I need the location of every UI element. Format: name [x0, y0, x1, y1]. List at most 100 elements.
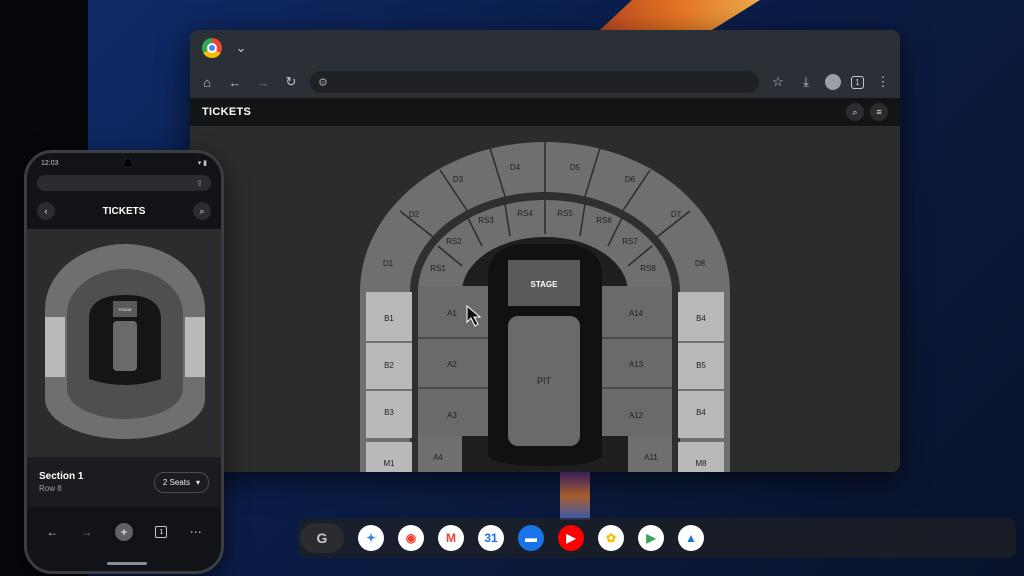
selection-info: Section 1 Row 8 [39, 471, 83, 493]
section-a1[interactable]: A1 [447, 309, 457, 318]
toolbar-right: ☆ ⤓ 1 ⋮ [769, 73, 892, 91]
more-icon[interactable]: ⋮ [874, 73, 892, 91]
phone-site-header: ‹ TICKETS ⌕ [27, 193, 221, 229]
section-d2[interactable]: D2 [409, 210, 420, 219]
calendar-app-icon[interactable]: 31 [478, 525, 504, 551]
section-rs1[interactable]: RS1 [430, 264, 446, 273]
address-bar[interactable]: ⚙ [310, 71, 759, 93]
section-b1[interactable]: B1 [384, 314, 394, 323]
app-shelf: G ✦ ◉ M 31 ▬ ▶ ✿ ▶ ▲ [300, 521, 704, 555]
section-m1[interactable]: M1 [383, 459, 395, 468]
tab-count-icon[interactable]: 1 [155, 526, 168, 538]
section-rs8[interactable]: RS8 [640, 264, 656, 273]
chrome-app-icon[interactable]: ◉ [398, 525, 424, 551]
section-a2[interactable]: A2 [447, 360, 457, 369]
home-indicator [107, 562, 147, 565]
section-rs2[interactable]: RS2 [446, 237, 462, 246]
phone-selection-bar: Section 1 Row 8 2 Seats ▾ [27, 457, 221, 507]
phone-title: TICKETS [102, 205, 146, 217]
phone-address-bar[interactable]: ⇪ [37, 175, 211, 191]
section-d1[interactable]: D1 [383, 259, 394, 268]
camera-punch-hole [123, 158, 134, 168]
site-title: TICKETS [202, 106, 252, 118]
phone-pit[interactable] [113, 321, 137, 371]
profile-icon[interactable] [825, 74, 841, 90]
seat-map: D1 D2 D3 D4 D5 D6 D7 D8 RS1 RS2 RS3 RS4 … [190, 126, 900, 472]
seat-map-svg: D1 D2 D3 D4 D5 D6 D7 D8 RS1 RS2 RS3 RS4 … [360, 142, 730, 472]
phone-seat-map: STAGE [27, 229, 221, 457]
files-app-icon[interactable]: ▬ [518, 525, 544, 551]
search-icon[interactable]: ⌕ [846, 103, 864, 121]
section-d6[interactable]: D6 [625, 175, 636, 184]
gemini-app-icon[interactable]: ✦ [358, 525, 384, 551]
section-b2[interactable]: B2 [384, 361, 394, 370]
drive-app-icon[interactable]: ▲ [678, 525, 704, 551]
chevron-down-icon: ▾ [195, 477, 200, 487]
section-a13[interactable]: A13 [629, 360, 644, 369]
stage-label: STAGE [531, 280, 559, 289]
new-tab-icon[interactable]: + [114, 523, 133, 541]
section-b4-lower[interactable]: B4 [696, 408, 706, 417]
search-icon[interactable]: ⌕ [193, 202, 211, 220]
tab-count-icon[interactable]: 1 [851, 75, 864, 89]
phone-b-left [45, 317, 65, 377]
phone-stage-label: STAGE [118, 307, 132, 312]
home-icon[interactable]: ⌂ [198, 73, 216, 91]
share-icon[interactable]: ⇪ [196, 179, 203, 188]
phone-time: 12:03 [41, 159, 59, 167]
pit-label: PIT [537, 376, 552, 386]
section-d3[interactable]: D3 [453, 175, 464, 184]
section-b4[interactable]: B4 [696, 314, 706, 323]
star-icon[interactable]: ☆ [769, 73, 787, 91]
section-rs4[interactable]: RS4 [517, 209, 533, 218]
play-store-app-icon[interactable]: ▶ [638, 525, 664, 551]
section-b3[interactable]: B3 [384, 408, 394, 417]
phone-device: 12:03 ▾ ▮ ⇪ ‹ TICKETS ⌕ STAGE Section 1 … [24, 150, 224, 574]
site-header: TICKETS ⌕ ≡ [190, 98, 900, 126]
phone-status-icons: ▾ ▮ [197, 160, 207, 167]
more-icon[interactable]: ⋯ [190, 525, 202, 539]
forward-icon[interactable]: → [81, 525, 93, 539]
browser-window: ⌄ ⌂ ← → ↻ ⚙ ☆ ⤓ 1 ⋮ TICKETS ⌕ ≡ D1 D2 D3… [190, 30, 900, 472]
section-name: Section 1 [39, 471, 84, 482]
forward-icon[interactable]: → [254, 73, 272, 91]
seats-label: 2 Seats [162, 477, 190, 487]
back-icon[interactable]: ← [226, 73, 244, 91]
photos-app-icon[interactable]: ✿ [598, 525, 624, 551]
launcher-button[interactable]: G [300, 523, 344, 553]
back-icon[interactable]: ‹ [37, 202, 55, 220]
section-m8[interactable]: M8 [695, 459, 707, 468]
menu-icon[interactable]: ≡ [870, 103, 888, 121]
section-a4[interactable]: A4 [433, 453, 443, 462]
section-d7[interactable]: D7 [671, 210, 682, 219]
section-rs5[interactable]: RS5 [557, 209, 573, 218]
section-d5[interactable]: D5 [570, 163, 581, 172]
section-a3[interactable]: A3 [447, 411, 457, 420]
reload-icon[interactable]: ↻ [282, 73, 300, 91]
section-rs7[interactable]: RS7 [622, 237, 638, 246]
site-actions: ⌕ ≡ [846, 103, 888, 121]
tab-strip: ⌄ [190, 30, 900, 66]
download-icon[interactable]: ⤓ [797, 73, 815, 91]
section-d4[interactable]: D4 [510, 163, 521, 172]
phone-b-right [185, 317, 205, 377]
section-a14[interactable]: A14 [629, 309, 644, 318]
section-b5[interactable]: B5 [696, 361, 706, 370]
seats-dropdown[interactable]: 2 Seats ▾ [153, 471, 209, 493]
site-info-icon[interactable]: ⚙ [318, 76, 328, 89]
back-icon[interactable]: ← [46, 525, 58, 539]
section-a11[interactable]: A11 [644, 453, 658, 462]
wallpaper-streak [560, 470, 590, 520]
gmail-app-icon[interactable]: M [438, 525, 464, 551]
section-rs3[interactable]: RS3 [478, 216, 494, 225]
row-text: Row 8 [39, 484, 62, 493]
section-rs6[interactable]: RS6 [596, 216, 612, 225]
youtube-app-icon[interactable]: ▶ [558, 525, 584, 551]
browser-toolbar: ⌂ ← → ↻ ⚙ ☆ ⤓ 1 ⋮ [190, 66, 900, 98]
phone-status-bar: 12:03 ▾ ▮ [27, 153, 221, 173]
chevron-down-icon[interactable]: ⌄ [232, 39, 250, 57]
section-a12[interactable]: A12 [629, 411, 644, 420]
section-d8[interactable]: D8 [695, 259, 706, 268]
phone-nav-bar: ← → + 1 ⋯ [27, 507, 221, 557]
chrome-logo-icon [202, 38, 222, 58]
